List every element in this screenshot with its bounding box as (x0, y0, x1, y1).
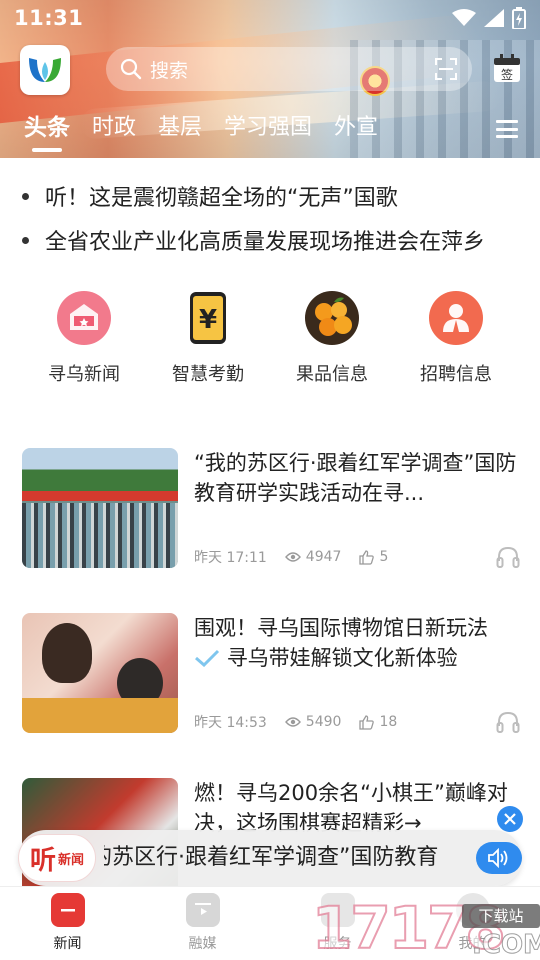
wifi-icon (452, 9, 476, 26)
status-time: 11:31 (14, 6, 84, 30)
category-tabs: 头条 时政 基层 学习强国 外宣 (0, 110, 540, 158)
status-bar: 11:31 (0, 0, 540, 36)
news-meta: 昨天 17:11 4947 5 (194, 546, 520, 568)
news-title: 燃！寻乌200余名“小棋王”巅峰对决，这场围棋赛超精彩→ (194, 781, 508, 835)
like-count-value: 5 (379, 549, 389, 565)
news-item[interactable]: “我的苏区行·跟着红军学调查”国防教育研学实践活动在寻... 昨天 17:11 … (22, 448, 520, 613)
view-count: 5490 (284, 714, 342, 730)
app-logo[interactable] (20, 45, 70, 95)
tab-politics[interactable]: 时政 (92, 110, 136, 150)
news-title-part1: 围观！寻乌国际博物馆日新玩法 (194, 616, 488, 640)
fruit-icon (304, 290, 360, 346)
headline-item[interactable]: 听！这是震彻赣超全场的“无声”国歌 (22, 174, 522, 218)
headphones-icon[interactable] (496, 546, 520, 568)
news-title: 围观！寻乌国际博物馆日新玩法 寻乌带娃解锁文化新体验 (194, 613, 520, 673)
news-nav-icon (50, 893, 85, 927)
shortcut-grid: 寻乌新闻 ¥ 智慧考勤 果品信息 招聘信息 (22, 290, 518, 386)
menu-icon[interactable] (496, 120, 518, 138)
shortcut-fruit-info[interactable]: 果品信息 (270, 290, 394, 386)
nav-label: 融媒 (188, 936, 217, 952)
search-icon (120, 58, 142, 80)
badge-small-text: 新闻 (58, 852, 85, 868)
view-count-value: 5490 (305, 714, 342, 730)
view-count-value: 4947 (305, 549, 342, 565)
nav-media[interactable]: 融媒 (135, 887, 270, 960)
like-count[interactable]: 18 (359, 714, 397, 730)
battery-icon (512, 7, 526, 29)
like-count[interactable]: 5 (359, 549, 388, 565)
eye-icon (284, 552, 301, 562)
site-watermark: 17178 下载站 .COM (311, 895, 540, 960)
watermark-domain: .COM (472, 930, 540, 960)
tab-external-publicity[interactable]: 外宣 (334, 110, 378, 150)
news-title-part2: 寻乌带娃解锁文化新体验 (226, 646, 458, 670)
speaker-icon (488, 848, 508, 868)
checkmark-icon (195, 649, 220, 668)
thumbs-up-icon (359, 714, 375, 730)
shortcut-label: 寻乌新闻 (48, 364, 120, 385)
nav-label: 新闻 (53, 936, 82, 952)
signal-icon (484, 9, 504, 27)
view-count: 4947 (284, 549, 342, 565)
svg-text:¥: ¥ (199, 305, 217, 335)
headline-item[interactable]: 全省农业产业化高质量发展现场推进会在萍乡 (22, 218, 522, 262)
scan-icon[interactable] (434, 57, 458, 81)
bullet-dot (22, 192, 29, 200)
svg-text:签: 签 (501, 67, 513, 82)
attendance-icon: ¥ (180, 290, 236, 346)
sign-in-calendar-icon[interactable]: 签 (493, 53, 521, 83)
audio-news-player[interactable]: 听 新闻 的苏区行·跟着红军学调查”国防教育 (18, 830, 522, 886)
search-placeholder: 搜索 (150, 59, 189, 82)
shortcut-recruitment-info[interactable]: 招聘信息 (394, 290, 518, 386)
close-audio-button[interactable] (497, 806, 523, 832)
headline-list: 听！这是震彻赣超全场的“无声”国歌 全省农业产业化高质量发展现场推进会在萍乡 (22, 174, 522, 262)
shortcut-label: 招聘信息 (420, 364, 492, 385)
news-title: “我的苏区行·跟着红军学调查”国防教育研学实践活动在寻... (194, 451, 517, 505)
badge-big-text: 听 (29, 845, 56, 876)
shortcut-xunwu-news[interactable]: 寻乌新闻 (22, 290, 146, 386)
tab-headlines[interactable]: 头条 (24, 110, 70, 152)
like-count-value: 18 (379, 714, 398, 730)
shortcut-smart-attendance[interactable]: ¥ 智慧考勤 (146, 290, 270, 386)
news-meta: 昨天 14:53 5490 18 (194, 711, 520, 733)
listen-news-badge: 听 新闻 (18, 834, 96, 882)
play-audio-button[interactable] (476, 842, 522, 874)
headline-text: 全省农业产业化高质量发展现场推进会在萍乡 (45, 230, 486, 255)
news-time: 昨天 14:53 (194, 715, 267, 731)
audio-scrolling-title: 的苏区行·跟着红军学调查”国防教育 (104, 845, 439, 870)
headphones-icon[interactable] (496, 711, 520, 733)
nav-news[interactable]: 新闻 (0, 887, 135, 960)
eye-icon (284, 717, 301, 727)
play-video-icon (185, 893, 220, 927)
search-bar[interactable]: 搜索 (106, 47, 472, 91)
shortcut-label: 智慧考勤 (172, 364, 244, 385)
newspaper-icon (56, 290, 112, 346)
tab-xuexi-qiangguo[interactable]: 学习强国 (224, 110, 312, 150)
bullet-dot (22, 236, 29, 244)
thumbs-up-icon (359, 549, 375, 565)
app-logo-icon (29, 58, 61, 82)
news-thumbnail (22, 448, 178, 568)
news-item[interactable]: 围观！寻乌国际博物馆日新玩法 寻乌带娃解锁文化新体验 昨天 14:53 5490… (22, 613, 520, 778)
recruit-icon (428, 290, 484, 346)
headline-text: 听！这是震彻赣超全场的“无声”国歌 (45, 186, 398, 211)
status-icons (452, 7, 526, 29)
shortcut-label: 果品信息 (296, 364, 368, 385)
close-icon (504, 813, 516, 825)
tab-grassroots[interactable]: 基层 (158, 110, 202, 150)
watermark-download: 下载站 (462, 904, 540, 928)
news-thumbnail (22, 613, 178, 733)
news-time: 昨天 17:11 (194, 550, 267, 566)
header-banner: 11:31 搜索 签 头条 时政 基层 学习强国 外宣 (0, 0, 540, 158)
